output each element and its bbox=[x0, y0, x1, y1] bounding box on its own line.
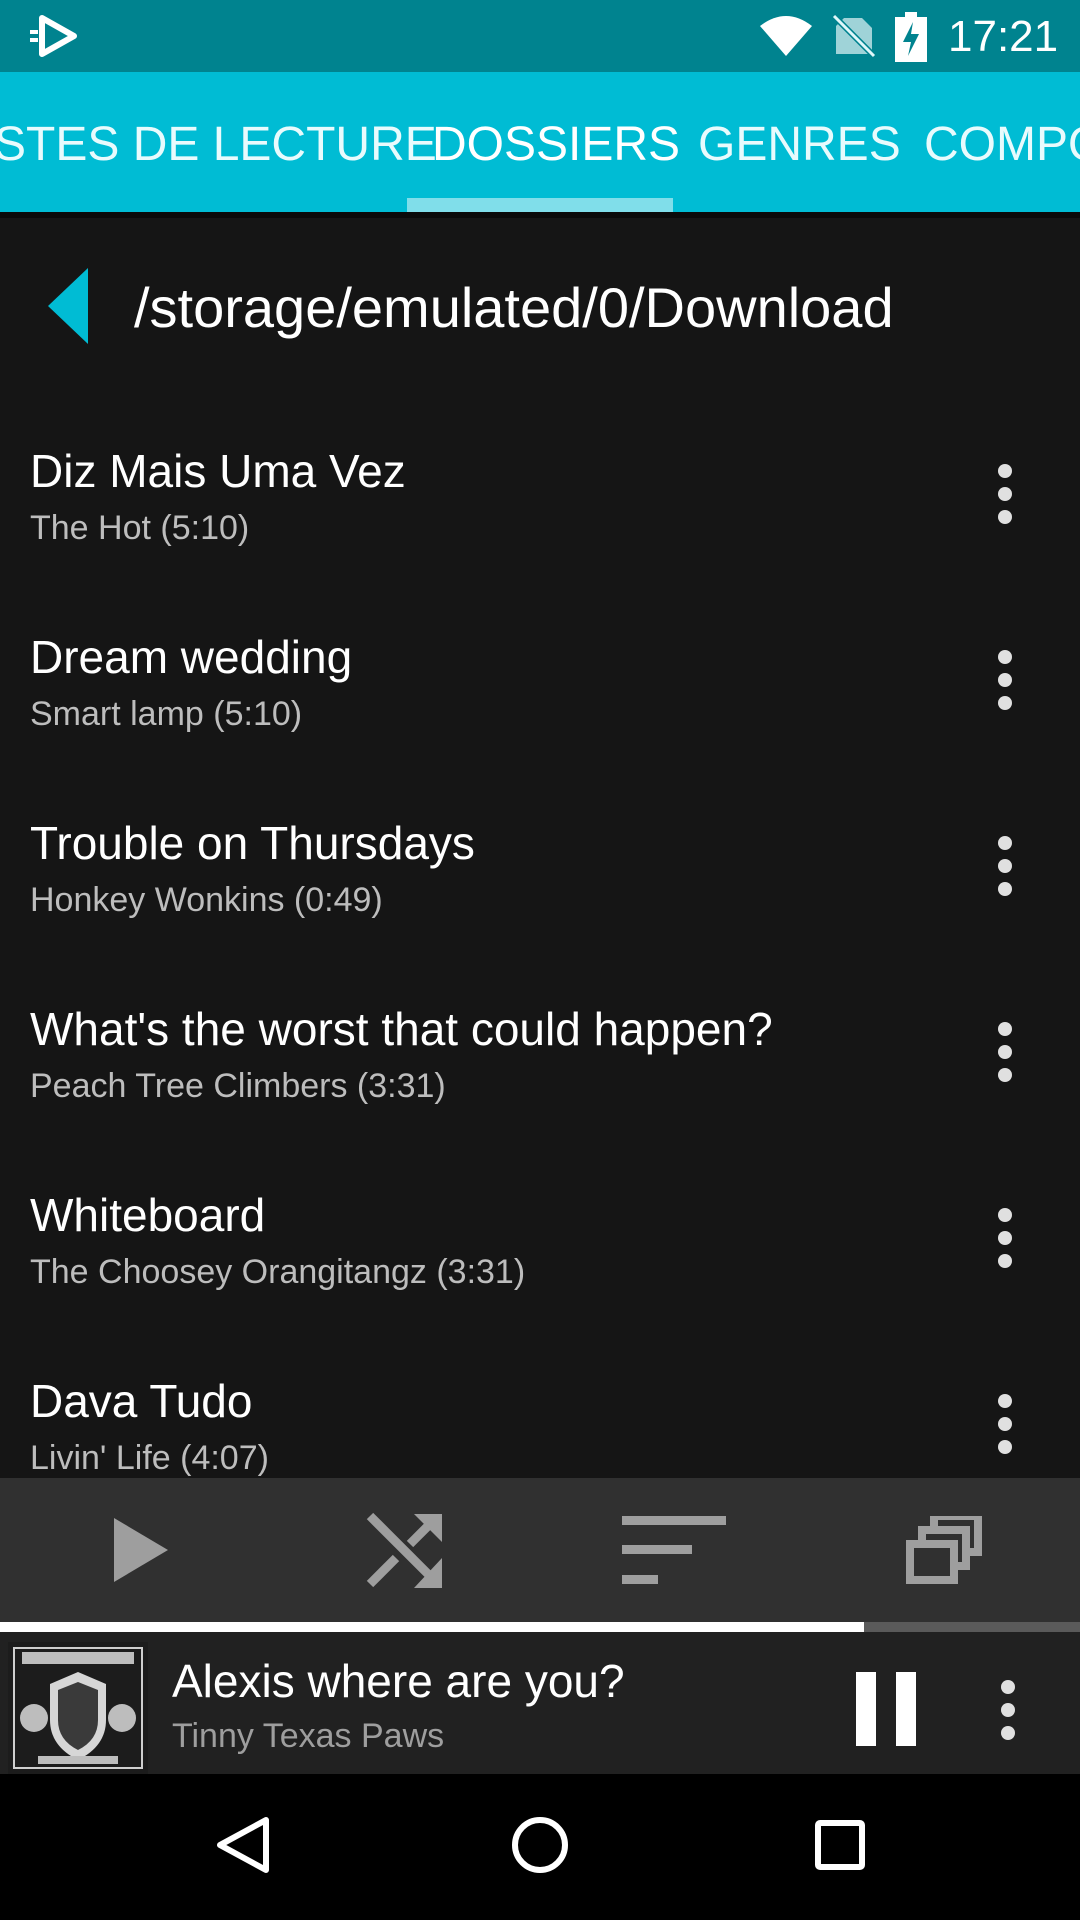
playback-progress-bar[interactable] bbox=[0, 1622, 1080, 1632]
system-nav-bar bbox=[0, 1774, 1080, 1920]
more-options-icon[interactable] bbox=[980, 642, 1030, 718]
more-options-icon[interactable] bbox=[980, 1014, 1030, 1090]
play-icon bbox=[114, 1518, 168, 1582]
song-title: What's the worst that could happen? bbox=[30, 1003, 773, 1055]
list-item[interactable]: What's the worst that could happen? Peac… bbox=[0, 958, 1080, 1144]
list-item[interactable]: Diz Mais Uma Vez The Hot (5:10) bbox=[0, 400, 1080, 586]
tab-genres[interactable]: GENRES bbox=[698, 118, 901, 172]
status-bar: 17:21 bbox=[0, 0, 1080, 72]
album-art bbox=[8, 1642, 148, 1774]
song-title: Trouble on Thursdays bbox=[30, 817, 475, 869]
nav-home-button[interactable] bbox=[480, 1794, 600, 1894]
sort-button[interactable] bbox=[540, 1478, 810, 1622]
shuffle-icon bbox=[366, 1512, 442, 1588]
more-options-icon[interactable] bbox=[980, 1200, 1030, 1276]
song-title: Diz Mais Uma Vez bbox=[30, 445, 406, 497]
more-options-icon[interactable] bbox=[980, 828, 1030, 904]
play-all-button[interactable] bbox=[0, 1478, 270, 1622]
queue-icon bbox=[906, 1516, 982, 1584]
song-subtitle: Smart lamp (5:10) bbox=[30, 695, 303, 733]
list-item[interactable]: Dream wedding Smart lamp (5:10) bbox=[0, 586, 1080, 772]
shuffle-button[interactable] bbox=[270, 1478, 540, 1622]
song-subtitle: Peach Tree Climbers (3:31) bbox=[30, 1067, 446, 1105]
wifi-icon bbox=[760, 16, 812, 56]
song-subtitle: Honkey Wonkins (0:49) bbox=[30, 881, 383, 919]
battery-charging-icon bbox=[895, 12, 927, 62]
tab-folders[interactable]: DOSSIERS bbox=[432, 118, 680, 172]
list-item[interactable]: Dava Tudo Livin' Life (4:07) bbox=[0, 1330, 1080, 1478]
pause-icon[interactable] bbox=[852, 1672, 918, 1746]
tab-playlists[interactable]: STES DE LECTURE bbox=[0, 118, 437, 172]
action-bar bbox=[0, 1478, 1080, 1622]
nav-back-button[interactable] bbox=[180, 1794, 300, 1894]
list-item[interactable]: Trouble on Thursdays Honkey Wonkins (0:4… bbox=[0, 772, 1080, 958]
nav-recents-button[interactable] bbox=[780, 1794, 900, 1894]
folder-path-header: /storage/emulated/0/Download bbox=[0, 218, 1080, 398]
queue-button[interactable] bbox=[810, 1478, 1080, 1622]
list-item[interactable]: Whiteboard The Choosey Orangitangz (3:31… bbox=[0, 1144, 1080, 1330]
app-play-icon bbox=[30, 15, 77, 57]
home-icon bbox=[512, 1817, 568, 1873]
now-playing-artist: Tinny Texas Paws bbox=[172, 1717, 445, 1755]
playback-progress-fill bbox=[0, 1622, 864, 1632]
screen: 17:21 STES DE LECTURE DOSSIERS GENRES CO… bbox=[0, 0, 1080, 1920]
song-subtitle: Livin' Life (4:07) bbox=[30, 1439, 269, 1477]
no-sim-icon bbox=[832, 14, 876, 58]
song-subtitle: The Hot (5:10) bbox=[30, 509, 250, 547]
more-options-icon[interactable] bbox=[980, 456, 1030, 532]
sort-icon bbox=[622, 1516, 726, 1584]
song-subtitle: The Choosey Orangitangz (3:31) bbox=[30, 1253, 526, 1291]
tab-composers[interactable]: COMPO bbox=[924, 118, 1080, 172]
folder-path: /storage/emulated/0/Download bbox=[134, 276, 894, 339]
tab-indicator bbox=[407, 198, 673, 212]
now-playing-title: Alexis where are you? bbox=[172, 1655, 625, 1707]
song-title: Dream wedding bbox=[30, 631, 353, 683]
tab-bar: STES DE LECTURE DOSSIERS GENRES COMPO bbox=[0, 72, 1080, 212]
song-title: Whiteboard bbox=[30, 1189, 266, 1241]
song-title: Dava Tudo bbox=[30, 1375, 253, 1427]
status-time: 17:21 bbox=[948, 12, 1059, 61]
song-list[interactable]: Diz Mais Uma Vez The Hot (5:10) Dream we… bbox=[0, 400, 1080, 1478]
now-playing-more-icon[interactable] bbox=[983, 1672, 1033, 1748]
back-icon bbox=[217, 1817, 269, 1873]
back-triangle-icon[interactable] bbox=[48, 268, 88, 344]
recents-icon bbox=[815, 1820, 865, 1870]
more-options-icon[interactable] bbox=[980, 1386, 1030, 1462]
now-playing-bar[interactable]: Alexis where are you? Tinny Texas Paws bbox=[0, 1632, 1080, 1774]
